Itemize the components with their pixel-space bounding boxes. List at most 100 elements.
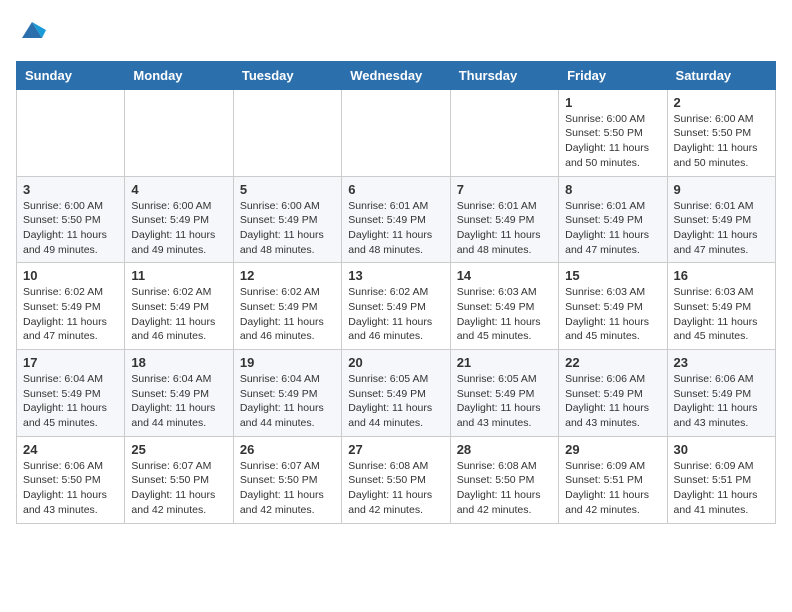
calendar-cell: 15 Sunrise: 6:03 AM Sunset: 5:49 PM Dayli… [559, 263, 667, 350]
day-number: 24 [23, 442, 118, 457]
calendar-cell: 3 Sunrise: 6:00 AM Sunset: 5:50 PM Daylig… [17, 176, 125, 263]
day-info: Sunrise: 6:01 AM Sunset: 5:49 PM Dayligh… [348, 199, 443, 258]
calendar-cell: 1 Sunrise: 6:00 AM Sunset: 5:50 PM Daylig… [559, 89, 667, 176]
calendar-week-5: 24 Sunrise: 6:06 AM Sunset: 5:50 PM Dayli… [17, 436, 776, 523]
day-number: 23 [674, 355, 769, 370]
calendar-header-row: SundayMondayTuesdayWednesdayThursdayFrid… [17, 61, 776, 89]
day-info: Sunrise: 6:09 AM Sunset: 5:51 PM Dayligh… [565, 459, 660, 518]
day-info: Sunrise: 6:05 AM Sunset: 5:49 PM Dayligh… [348, 372, 443, 431]
day-number: 15 [565, 268, 660, 283]
calendar-cell: 20 Sunrise: 6:05 AM Sunset: 5:49 PM Dayli… [342, 350, 450, 437]
day-info: Sunrise: 6:09 AM Sunset: 5:51 PM Dayligh… [674, 459, 769, 518]
day-number: 29 [565, 442, 660, 457]
calendar-cell: 12 Sunrise: 6:02 AM Sunset: 5:49 PM Dayli… [233, 263, 341, 350]
calendar-cell: 8Sunrise: 6:01 AM Sunset: 5:49 PM Daylig… [559, 176, 667, 263]
day-number: 3 [23, 182, 118, 197]
day-info: Sunrise: 6:00 AM Sunset: 5:50 PM Dayligh… [565, 112, 660, 171]
calendar-cell: 26 Sunrise: 6:07 AM Sunset: 5:50 PM Dayli… [233, 436, 341, 523]
day-number: 6 [348, 182, 443, 197]
calendar-cell: 23 Sunrise: 6:06 AM Sunset: 5:49 PM Dayli… [667, 350, 775, 437]
day-info: Sunrise: 6:02 AM Sunset: 5:49 PM Dayligh… [23, 285, 118, 344]
calendar-table: SundayMondayTuesdayWednesdayThursdayFrid… [16, 61, 776, 524]
calendar-week-3: 10 Sunrise: 6:02 AM Sunset: 5:49 PM Dayli… [17, 263, 776, 350]
calendar-cell [233, 89, 341, 176]
calendar-cell: 29 Sunrise: 6:09 AM Sunset: 5:51 PM Dayli… [559, 436, 667, 523]
day-info: Sunrise: 6:03 AM Sunset: 5:49 PM Dayligh… [457, 285, 552, 344]
day-info: Sunrise: 6:01 AM Sunset: 5:49 PM Dayligh… [674, 199, 769, 258]
day-info: Sunrise: 6:07 AM Sunset: 5:50 PM Dayligh… [131, 459, 226, 518]
day-info: Sunrise: 6:06 AM Sunset: 5:50 PM Dayligh… [23, 459, 118, 518]
day-info: Sunrise: 6:00 AM Sunset: 5:49 PM Dayligh… [240, 199, 335, 258]
day-info: Sunrise: 6:08 AM Sunset: 5:50 PM Dayligh… [457, 459, 552, 518]
calendar-cell: 24 Sunrise: 6:06 AM Sunset: 5:50 PM Dayli… [17, 436, 125, 523]
logo [16, 16, 46, 49]
weekday-header-tuesday: Tuesday [233, 61, 341, 89]
day-number: 19 [240, 355, 335, 370]
day-info: Sunrise: 6:02 AM Sunset: 5:49 PM Dayligh… [240, 285, 335, 344]
logo-icon [18, 16, 46, 44]
calendar-cell [450, 89, 558, 176]
day-info: Sunrise: 6:07 AM Sunset: 5:50 PM Dayligh… [240, 459, 335, 518]
calendar-cell: 21 Sunrise: 6:05 AM Sunset: 5:49 PM Dayli… [450, 350, 558, 437]
weekday-header-thursday: Thursday [450, 61, 558, 89]
calendar-week-4: 17 Sunrise: 6:04 AM Sunset: 5:49 PM Dayli… [17, 350, 776, 437]
day-number: 1 [565, 95, 660, 110]
day-number: 9 [674, 182, 769, 197]
day-number: 21 [457, 355, 552, 370]
day-number: 8 [565, 182, 660, 197]
day-info: Sunrise: 6:02 AM Sunset: 5:49 PM Dayligh… [348, 285, 443, 344]
calendar-cell [17, 89, 125, 176]
page-header [16, 16, 776, 49]
day-number: 2 [674, 95, 769, 110]
day-number: 10 [23, 268, 118, 283]
day-number: 20 [348, 355, 443, 370]
calendar-cell [125, 89, 233, 176]
calendar-cell: 13 Sunrise: 6:02 AM Sunset: 5:49 PM Dayli… [342, 263, 450, 350]
day-number: 27 [348, 442, 443, 457]
day-info: Sunrise: 6:06 AM Sunset: 5:49 PM Dayligh… [565, 372, 660, 431]
calendar-cell: 30 Sunrise: 6:09 AM Sunset: 5:51 PM Dayli… [667, 436, 775, 523]
calendar-cell: 14Sunrise: 6:03 AM Sunset: 5:49 PM Dayli… [450, 263, 558, 350]
calendar-cell: 28 Sunrise: 6:08 AM Sunset: 5:50 PM Dayli… [450, 436, 558, 523]
day-info: Sunrise: 6:05 AM Sunset: 5:49 PM Dayligh… [457, 372, 552, 431]
day-number: 7 [457, 182, 552, 197]
day-info: Sunrise: 6:00 AM Sunset: 5:50 PM Dayligh… [674, 112, 769, 171]
day-number: 13 [348, 268, 443, 283]
day-number: 22 [565, 355, 660, 370]
calendar-cell: 22 Sunrise: 6:06 AM Sunset: 5:49 PM Dayli… [559, 350, 667, 437]
day-info: Sunrise: 6:01 AM Sunset: 5:49 PM Dayligh… [457, 199, 552, 258]
day-number: 16 [674, 268, 769, 283]
calendar-cell: 16Sunrise: 6:03 AM Sunset: 5:49 PM Dayli… [667, 263, 775, 350]
day-number: 30 [674, 442, 769, 457]
day-number: 28 [457, 442, 552, 457]
day-number: 17 [23, 355, 118, 370]
weekday-header-saturday: Saturday [667, 61, 775, 89]
day-number: 25 [131, 442, 226, 457]
calendar-cell: 5 Sunrise: 6:00 AM Sunset: 5:49 PM Daylig… [233, 176, 341, 263]
day-info: Sunrise: 6:04 AM Sunset: 5:49 PM Dayligh… [131, 372, 226, 431]
calendar-cell: 10 Sunrise: 6:02 AM Sunset: 5:49 PM Dayli… [17, 263, 125, 350]
day-info: Sunrise: 6:04 AM Sunset: 5:49 PM Dayligh… [23, 372, 118, 431]
weekday-header-monday: Monday [125, 61, 233, 89]
day-number: 18 [131, 355, 226, 370]
calendar-cell: 11 Sunrise: 6:02 AM Sunset: 5:49 PM Dayli… [125, 263, 233, 350]
day-info: Sunrise: 6:03 AM Sunset: 5:49 PM Dayligh… [565, 285, 660, 344]
day-info: Sunrise: 6:00 AM Sunset: 5:50 PM Dayligh… [23, 199, 118, 258]
calendar-week-1: 1 Sunrise: 6:00 AM Sunset: 5:50 PM Daylig… [17, 89, 776, 176]
day-info: Sunrise: 6:04 AM Sunset: 5:49 PM Dayligh… [240, 372, 335, 431]
calendar-cell: 25 Sunrise: 6:07 AM Sunset: 5:50 PM Dayli… [125, 436, 233, 523]
calendar-body: 1 Sunrise: 6:00 AM Sunset: 5:50 PM Daylig… [17, 89, 776, 523]
calendar-cell [342, 89, 450, 176]
weekday-header-wednesday: Wednesday [342, 61, 450, 89]
calendar-cell: 6 Sunrise: 6:01 AM Sunset: 5:49 PM Daylig… [342, 176, 450, 263]
day-info: Sunrise: 6:02 AM Sunset: 5:49 PM Dayligh… [131, 285, 226, 344]
day-number: 26 [240, 442, 335, 457]
calendar-cell: 27Sunrise: 6:08 AM Sunset: 5:50 PM Dayli… [342, 436, 450, 523]
day-info: Sunrise: 6:06 AM Sunset: 5:49 PM Dayligh… [674, 372, 769, 431]
calendar-cell: 7 Sunrise: 6:01 AM Sunset: 5:49 PM Daylig… [450, 176, 558, 263]
calendar-week-2: 3 Sunrise: 6:00 AM Sunset: 5:50 PM Daylig… [17, 176, 776, 263]
day-number: 12 [240, 268, 335, 283]
calendar-cell: 2 Sunrise: 6:00 AM Sunset: 5:50 PM Daylig… [667, 89, 775, 176]
day-number: 11 [131, 268, 226, 283]
day-number: 5 [240, 182, 335, 197]
